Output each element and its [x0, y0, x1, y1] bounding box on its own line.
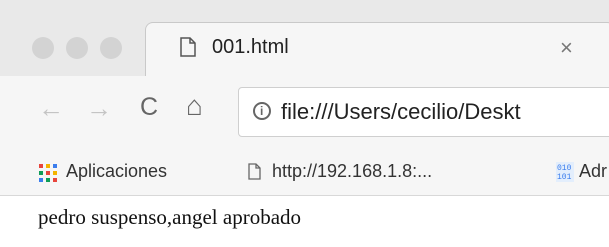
home-button[interactable]: ⌂: [186, 90, 203, 122]
tab-strip: 001.html ×: [0, 0, 609, 76]
page-content-text: pedro suspenso,angel aprobado: [38, 205, 302, 229]
address-bar[interactable]: file:///Users/cecilio/Deskt: [238, 87, 609, 137]
info-icon[interactable]: [253, 102, 271, 120]
minimize-window-button[interactable]: [66, 37, 88, 59]
close-window-button[interactable]: [32, 37, 54, 59]
page-icon: [248, 163, 261, 185]
bookmarks-bar: Aplicaciones http://192.168.1.8:... 010 …: [0, 150, 609, 196]
page-icon: [180, 37, 196, 62]
toolbar: ← → C ⌂ file:///Users/cecilio/Deskt: [0, 76, 609, 150]
back-button[interactable]: ←: [38, 93, 64, 124]
apps-icon: [39, 164, 57, 182]
svg-text:010: 010: [557, 164, 572, 173]
forward-button[interactable]: →: [86, 93, 112, 124]
bookmark-label: Adr: [579, 161, 608, 181]
reload-button[interactable]: C: [140, 93, 158, 122]
tab-title: 001.html: [212, 36, 289, 58]
close-icon[interactable]: ×: [560, 35, 573, 61]
svg-text:101: 101: [557, 173, 572, 182]
zoom-window-button[interactable]: [100, 37, 122, 59]
url-text[interactable]: file:///Users/cecilio/Deskt: [281, 99, 521, 125]
bookmark-label: Aplicaciones: [66, 161, 168, 181]
binary-icon: 010 101: [556, 162, 574, 187]
tab-001-html[interactable]: 001.html ×: [145, 22, 609, 76]
bookmark-label: http://192.168.1.8:...: [272, 161, 433, 181]
